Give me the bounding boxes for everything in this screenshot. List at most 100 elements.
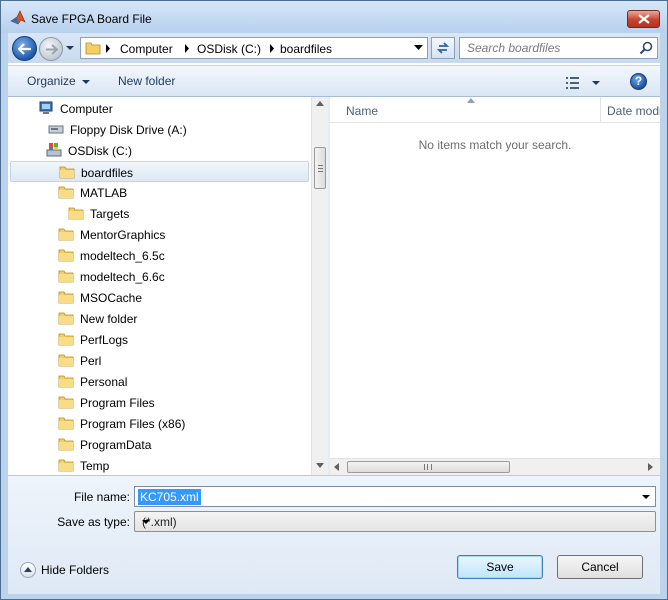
folder-icon [59, 164, 75, 183]
list-horizontal-scrollbar[interactable] [330, 458, 660, 475]
scroll-down-icon[interactable] [316, 463, 324, 468]
folder-icon [58, 331, 74, 350]
tree-item-label: Targets [90, 207, 130, 221]
column-divider[interactable] [600, 97, 601, 123]
tree-item[interactable]: Temp [8, 455, 308, 475]
save-dialog-window: Save FPGA Board File Computer OSDisk (C:… [0, 0, 668, 600]
hide-folders-label: Hide Folders [41, 563, 110, 577]
tree-item[interactable]: OSDisk (C:) [8, 140, 308, 161]
chevron-down-icon[interactable] [642, 495, 650, 499]
tree-item[interactable]: MentorGraphics [8, 224, 308, 245]
chevron-down-icon [81, 79, 90, 84]
tree-item[interactable]: Program Files (x86) [8, 413, 308, 434]
breadcrumb-computer[interactable]: Computer [120, 42, 173, 56]
file-list[interactable]: Name Date modi No items match your searc… [330, 97, 660, 475]
tree-item[interactable]: Targets [8, 203, 308, 224]
tree-item[interactable]: modeltech_6.6c [8, 266, 308, 287]
search-box[interactable] [459, 37, 658, 59]
tree-item-label: Personal [80, 375, 128, 389]
tree-item[interactable]: PerfLogs [8, 329, 308, 350]
search-icon[interactable] [639, 41, 653, 55]
tree-item-label: modeltech_6.5c [80, 249, 165, 263]
tree-item[interactable]: boardfiles [10, 161, 309, 182]
tree-item[interactable]: Personal [8, 371, 308, 392]
save-form-pane: File name: KC705.xml Save as type: (*.xm… [8, 475, 660, 594]
folder-icon [58, 373, 74, 392]
chevron-right-icon [185, 44, 189, 53]
help-icon: ? [634, 74, 643, 88]
tree-item[interactable]: Computer [8, 98, 308, 119]
folder-icon [58, 247, 74, 266]
window-title: Save FPGA Board File [31, 12, 152, 26]
navigation-bar: Computer OSDisk (C:) boardfiles [8, 33, 660, 63]
breadcrumb-osdisk[interactable]: OSDisk (C:) [197, 42, 261, 56]
tree-item-label: MATLAB [80, 186, 128, 200]
empty-list-message: No items match your search. [418, 138, 572, 152]
scrollbar-thumb[interactable] [347, 461, 510, 473]
tree-item[interactable]: MSOCache [8, 287, 308, 308]
folder-icon [58, 289, 74, 308]
computer-icon [38, 100, 54, 119]
scroll-up-icon[interactable] [316, 101, 324, 106]
tree-item[interactable]: Floppy Disk Drive (A:) [8, 119, 308, 140]
tree-item[interactable]: Perl [8, 350, 308, 371]
folder-icon [68, 205, 84, 224]
details-view-icon [566, 77, 579, 89]
tree-item[interactable]: MATLAB [8, 182, 308, 203]
address-bar[interactable]: Computer OSDisk (C:) boardfiles [80, 37, 428, 59]
cancel-button[interactable]: Cancel [557, 555, 643, 579]
column-header-date-modified[interactable]: Date modi [607, 104, 660, 118]
chevron-up-icon [20, 562, 36, 578]
refresh-button[interactable] [431, 37, 455, 59]
column-header-name[interactable]: Name [346, 104, 378, 118]
title-bar[interactable]: Save FPGA Board File [1, 1, 667, 33]
drive-icon [46, 142, 62, 161]
arrow-left-icon [18, 43, 31, 55]
refresh-icon [436, 42, 450, 54]
tree-item[interactable]: New folder [8, 308, 308, 329]
folder-icon [85, 42, 101, 55]
close-icon [638, 14, 650, 24]
save-as-type-select[interactable]: (*.xml) [134, 511, 656, 532]
folder-icon [58, 184, 74, 203]
scroll-left-icon[interactable] [334, 463, 339, 471]
folder-icon [58, 226, 74, 245]
back-button[interactable] [12, 36, 37, 61]
search-input[interactable] [465, 40, 635, 56]
scrollbar-thumb[interactable] [314, 147, 326, 189]
scroll-right-icon[interactable] [648, 463, 653, 471]
tree-item-label: OSDisk (C:) [68, 144, 132, 158]
tree-item-label: Floppy Disk Drive (A:) [70, 123, 187, 137]
organize-label: Organize [27, 74, 76, 88]
new-folder-button[interactable]: New folder [118, 74, 175, 88]
arrow-right-icon [46, 44, 58, 55]
close-button[interactable] [627, 10, 660, 28]
matlab-icon [10, 10, 26, 25]
file-name-field[interactable]: KC705.xml [134, 486, 656, 507]
forward-button[interactable] [39, 37, 63, 61]
dialog-client: Computer OSDisk (C:) boardfiles Search b… [8, 33, 660, 594]
tree-item[interactable]: Program Files [8, 392, 308, 413]
chevron-down-icon[interactable] [414, 45, 423, 51]
folder-icon [58, 436, 74, 455]
tree-item-label: MSOCache [80, 291, 143, 305]
help-button[interactable]: ? [630, 73, 647, 90]
organize-menu[interactable]: Organize [27, 74, 90, 88]
chevron-down-icon [142, 520, 150, 524]
save-button[interactable]: Save [457, 555, 543, 579]
chevron-down-icon [592, 81, 600, 85]
view-options-button[interactable] [565, 75, 605, 91]
tree-item[interactable]: ProgramData [8, 434, 308, 455]
recent-pages-dropdown[interactable] [65, 43, 75, 53]
tree-item-label: modeltech_6.6c [80, 270, 165, 284]
floppy-icon [48, 121, 64, 140]
breadcrumb-boardfiles[interactable]: boardfiles [280, 42, 332, 56]
tree-item[interactable]: modeltech_6.5c [8, 245, 308, 266]
sort-ascending-icon [467, 98, 475, 103]
tree-item-label: MentorGraphics [80, 228, 166, 242]
folder-tree[interactable]: Computer Floppy Disk Drive (A:) OSDisk (C:… [8, 97, 328, 475]
tree-item-label: Program Files [80, 396, 155, 410]
tree-vertical-scrollbar[interactable] [311, 97, 328, 475]
file-name-value[interactable]: KC705.xml [138, 489, 201, 505]
command-bar: Organize New folder ? [8, 65, 660, 97]
